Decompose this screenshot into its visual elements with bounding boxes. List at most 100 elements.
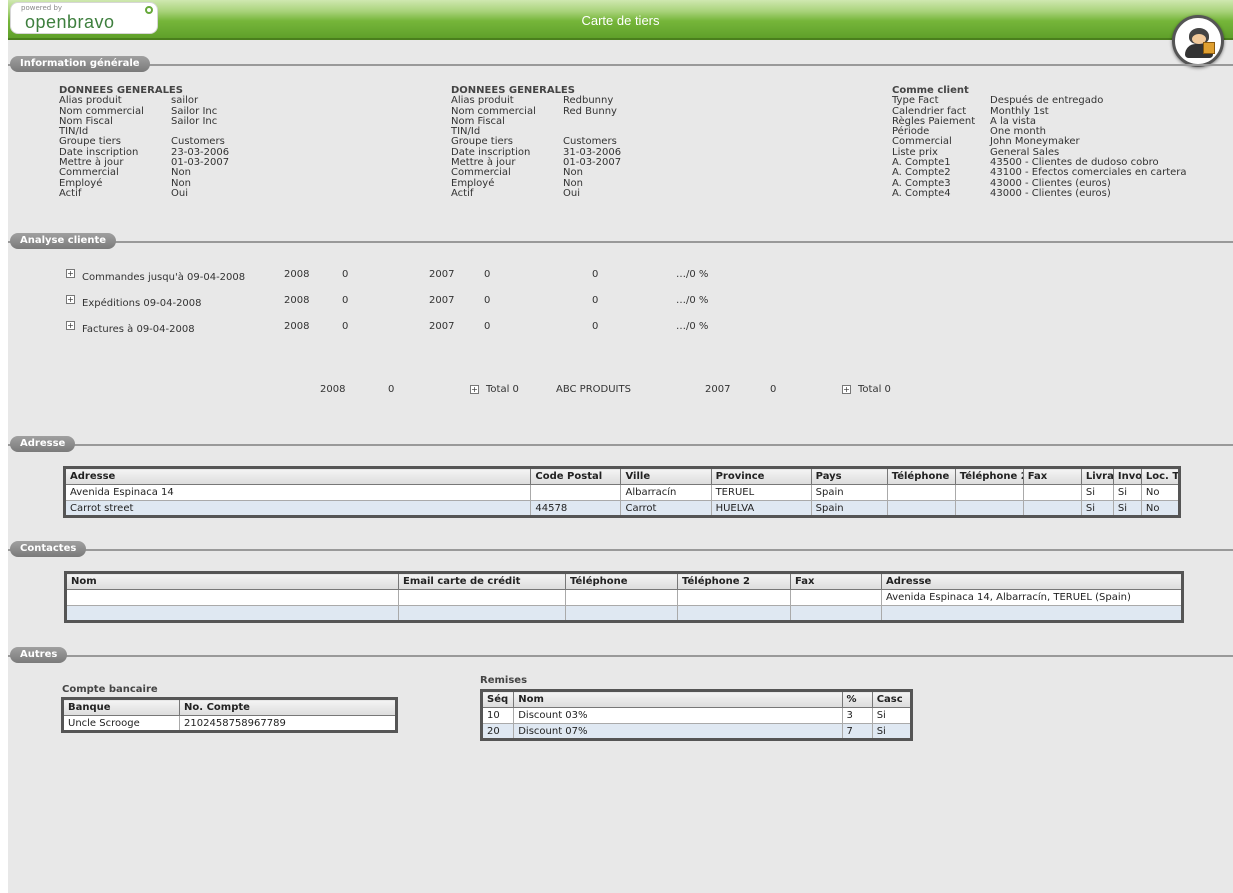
analysis-totals-row: 2008 0 + Total 0 ABC PRODUITS 2007 0 + T… [8,384,1233,398]
table-cell: Si [1080,500,1114,517]
analysis-label[interactable]: Expéditions 09-04-2008 [82,298,202,309]
analysis-value3: 0 [592,269,599,280]
column-header[interactable]: Invoice [1112,467,1142,485]
column-header[interactable]: Ville [620,467,712,485]
info-value: Oui [563,187,580,199]
column-header[interactable]: Banque [61,698,181,716]
column-header[interactable]: Fax [1022,467,1082,485]
analysis-row: + Commandes jusqu'à 09-04-2008 2008 0 2007 0 0… [8,269,1233,283]
section-divider [8,655,1233,657]
table-cell: No [1140,500,1181,517]
discounts-header-row: Séq Nom% Casc [480,690,913,708]
contact-row[interactable] [65,605,1183,622]
table-cell [1022,484,1082,501]
table-cell [65,589,399,606]
page-title: Carte de tiers [581,13,660,28]
analysis-value1: 0 [342,321,349,332]
address-row[interactable]: Avenida Espinaca 14 Albarracín TERUEL Spain… [63,484,1181,501]
section-title-others[interactable]: Autres [10,647,68,663]
section-title-contacts[interactable]: Contactes [10,541,87,557]
table-cell: 2102458758967789 [179,715,397,732]
expand-plus-icon[interactable]: + [66,269,75,278]
discount-row[interactable]: 20 Discount 07% 7 Si [480,723,913,740]
table-cell: 7 [841,723,873,740]
column-header[interactable]: Adresse [881,572,1183,590]
table-cell [954,484,1024,501]
analysis-value3: 0 [592,295,599,306]
table-cell: Avenida Espinaca 14 [63,484,532,501]
totals-product: ABC PRODUITS [556,384,631,395]
table-cell: 20 [480,723,515,740]
table-cell: HUELVA [710,500,812,517]
totals-total1[interactable]: Total 0 [486,384,519,395]
customer-data-col3: Comme client Type Fact Después de entregad… [892,85,1187,199]
expand-plus-icon[interactable]: + [470,385,479,394]
contacts-header-row: Nom Email carte de crédit Téléphone Télépho… [65,572,1183,590]
section-title-analysis[interactable]: Analyse cliente [10,233,117,249]
totals-year2: 2007 [705,384,731,395]
discounts-table: Séq Nom% Casc 10 Discount 03% 3 Si 20 Discount … [480,689,913,741]
column-header[interactable]: Téléphone 2 [954,467,1024,485]
column-header[interactable]: Téléphone [565,572,678,590]
address-header-row: Adresse Code Postal Ville Province Pays Télép… [63,467,1181,485]
table-cell [677,589,791,606]
address-table: Adresse Code Postal Ville Province Pays Télép… [63,466,1181,518]
analysis-year1: 2008 [284,321,310,332]
column-header[interactable]: Téléphone 2 [677,572,791,590]
column-header[interactable]: No. Compte [179,698,397,716]
table-cell: TERUEL [710,484,812,501]
analysis-percent: …/0 % [676,269,709,280]
section-title-address[interactable]: Adresse [10,436,76,452]
analysis-year1: 2008 [284,295,310,306]
table-cell [1022,500,1082,517]
table-cell [886,500,956,517]
column-header[interactable]: Fax [790,572,882,590]
analysis-label[interactable]: Commandes jusqu'à 09-04-2008 [82,272,245,283]
bank-account-label: Compte bancaire [62,684,158,695]
column-header[interactable]: Code Postal [530,467,622,485]
column-header[interactable]: Livraison [1080,467,1114,485]
column-header[interactable]: Province [710,467,812,485]
bank-row[interactable]: Uncle Scrooge 2102458758967789 [61,715,397,732]
totals-total2[interactable]: Total 0 [858,384,891,395]
table-cell: Carrot street [63,500,532,517]
discount-row[interactable]: 10 Discount 03% 3 Si [480,707,913,724]
column-header[interactable]: Nom [513,690,843,708]
address-row[interactable]: Carrot street 44578 Carrot HUELVA Spain Si Si N… [63,500,1181,517]
section-general: Information générale [8,56,1233,72]
info-value: Sailor Inc [171,115,218,127]
section-title-general[interactable]: Information générale [10,56,150,72]
column-header[interactable]: Téléphone [886,467,956,485]
table-cell: 3 [841,707,873,724]
info-value: Red Bunny [563,105,617,117]
info-row: Employé Non [451,178,621,189]
analysis-label[interactable]: Factures à 09-04-2008 [82,324,195,335]
section-address: Adresse [8,436,1233,452]
contacts-table: Nom Email carte de crédit Téléphone Télépho… [64,571,1184,623]
table-cell: Spain [810,484,888,501]
column-header[interactable]: Nom [65,572,399,590]
info-value: Oui [171,187,188,199]
app-window: powered by openbravo Carte de tiers Info… [8,0,1233,893]
expand-plus-icon[interactable]: + [66,321,75,330]
column-header[interactable]: % [841,690,873,708]
table-cell: Discount 07% [513,723,843,740]
analysis-year2: 2007 [429,321,455,332]
contact-row[interactable]: Avenida Espinaca 14, Albarracín, TERUEL … [65,589,1183,606]
table-cell: 10 [480,707,515,724]
column-header[interactable]: Email carte de crédit [398,572,566,590]
analysis-percent: …/0 % [676,321,709,332]
expand-plus-icon[interactable]: + [66,295,75,304]
section-divider [8,241,1233,243]
section-others: Autres [8,647,1233,663]
column-header[interactable]: Pays [810,467,888,485]
analysis-row: + Factures à 09-04-2008 2008 0 2007 0 0 …/0 % [8,321,1233,335]
column-header[interactable]: Loc. Taxe [1140,467,1181,485]
totals-value1: 0 [388,384,395,395]
column-header[interactable]: Séq [480,690,515,708]
table-cell: Avenida Espinaca 14, Albarracín, TERUEL … [881,589,1183,606]
column-header[interactable]: Adresse [63,467,532,485]
expand-plus-icon[interactable]: + [842,385,851,394]
section-analysis: Analyse cliente [8,233,1233,249]
column-header[interactable]: Casc [871,690,913,708]
